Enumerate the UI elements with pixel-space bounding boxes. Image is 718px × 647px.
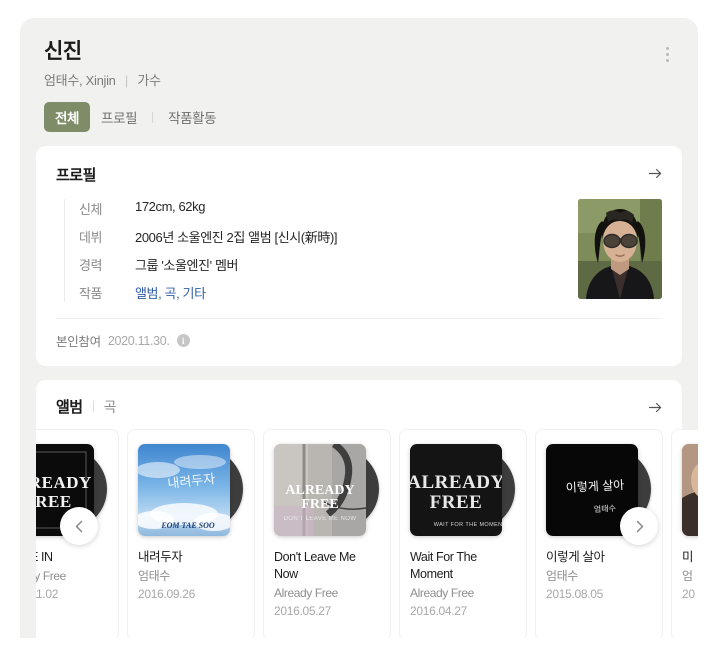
artist-tabs: 전체 프로필 작품활동 [44,102,674,133]
profile-title: 프로필 [56,167,96,185]
artist-header: 신진 엄태수, Xinjin | 가수 전체 프로필 작품활동 [20,18,698,133]
kebab-dot [665,58,669,62]
album-cover-art [682,444,698,537]
album-cover-art: 내려두자 EOM TAE SOO [138,444,230,537]
profile-row-body: 신체 172cm, 62kg [79,199,564,218]
svg-text:DON'T LEAVE ME NOW: DON'T LEAVE ME NOW [284,516,357,522]
artist-name: 신진 [44,40,82,63]
profile-key: 작품 [79,286,103,302]
svg-text:엄태수: 엄태수 [594,503,617,514]
album-cover-wrap: ALREADY FREE DON'T LEAVE ME NOW [274,440,380,540]
profile-body: 신체 172cm, 62kg 데뷔 2006년 소울엔진 2집 앨범 [신시(新… [56,199,662,303]
album-date: 2016.09.26 [138,587,196,602]
subtitle-separator: | [124,73,128,89]
profile-value: 172cm, 62kg [135,199,206,215]
album-artist: Already Free [410,585,474,600]
kebab-dot [665,46,669,50]
carousel-next-chevron-right-icon[interactable] [620,507,658,546]
album-tabs: 앨범 곡 [56,396,662,417]
artist-subtitle: 엄태수, Xinjin | 가수 [44,70,674,89]
album-cover-art: ALREADY FREE DON'T LEAVE ME NOW [274,444,366,537]
album-title: Don't Leave Me Now [274,550,356,581]
album-artist: Already Free [36,568,66,583]
svg-text:ALREADY: ALREADY [410,472,502,493]
svg-text:FREE: FREE [301,497,338,512]
album-date: 20 [682,587,695,602]
carousel-track: ALREADY FREE COME IN Already Free 2017.1… [36,429,698,638]
profile-value: 2006년 소울엔진 2집 앨범 [신시(新時)] [135,230,338,246]
tab-all[interactable]: 전체 [44,102,91,133]
profile-detail-table: 신체 172cm, 62kg 데뷔 2006년 소울엔진 2집 앨범 [신시(新… [64,199,564,303]
profile-title-row: 프로필 [56,164,662,185]
profile-row-career: 경력 그룹 '소울엔진' 멤버 [79,255,564,274]
svg-text:FREE: FREE [36,492,72,511]
svg-text:이렇게 살아: 이렇게 살아 [565,477,624,495]
album-title: 미 [682,550,694,565]
carousel-prev-chevron-left-icon[interactable] [60,507,98,546]
album-artist: 엄 [682,568,693,583]
album-more-arrow-right-icon[interactable] [642,394,668,420]
album-artist: 엄태수 [138,568,170,583]
album-cover-wrap [682,440,698,540]
album-tab-divider [92,401,94,413]
kebab-menu-icon[interactable] [656,40,678,68]
profile-works-links[interactable]: 앨범, 곡, 기타 [135,283,206,302]
album-artist: Already Free [274,585,338,600]
svg-text:ALREADY: ALREADY [36,473,92,492]
album-date: 2016.04.27 [410,604,468,619]
artist-card: 신진 엄태수, Xinjin | 가수 전체 프로필 작품활동 프로필 신체 1… [20,18,698,638]
album-title: COME IN [36,550,53,565]
svg-text:FREE: FREE [430,492,483,513]
kebab-dot [665,52,669,56]
list-item[interactable]: ALREADY FREE DON'T LEAVE ME NOW Don't Le… [263,429,391,638]
album-cover-wrap: ALREADY FREE WAIT FOR THE MOMENT [410,440,516,540]
tab-song[interactable]: 곡 [104,397,117,417]
profile-panel: 프로필 신체 172cm, 62kg 데뷔 2006년 소울엔진 2집 앨범 [… [36,146,682,367]
artist-alias: 엄태수, Xinjin [44,73,116,89]
self-participation-label: 본인참여 [56,335,101,350]
album-cover-art: ALREADY FREE WAIT FOR THE MOMENT [410,444,502,537]
info-icon[interactable]: i [176,334,190,348]
self-participation-date: 2020.11.30. [107,333,170,348]
profile-key: 신체 [79,202,103,218]
album-title: 내려두자 [138,550,183,565]
profile-key: 데뷔 [79,230,103,246]
carousel-viewport: ALREADY FREE COME IN Already Free 2017.1… [36,429,698,638]
artist-portrait-photo [578,199,662,300]
album-title: 이렇게 살아 [546,550,605,565]
list-item[interactable]: ALREADY FREE WAIT FOR THE MOMENT Wait Fo… [399,429,527,638]
album-date: 2016.05.27 [274,604,332,619]
album-title: Wait For The Moment [410,550,477,581]
profile-row-debut: 데뷔 2006년 소울엔진 2집 앨범 [신시(新時)] [79,227,564,246]
tab-divider [152,111,154,123]
profile-meta-row: 본인참여 2020.11.30. i [56,319,662,350]
artist-role: 가수 [137,73,161,89]
album-panel: 앨범 곡 EADY REE IN y Free 1.02 내려두자 EOM TA… [36,380,698,638]
album-cover-wrap: 내려두자 EOM TAE SOO [138,440,244,540]
svg-text:ALREADY: ALREADY [285,483,354,498]
list-item[interactable]: 내려두자 EOM TAE SOO 내려두자 엄태수 2016.09.26 [127,429,255,638]
album-date: 2015.08.05 [546,587,604,602]
tab-works[interactable]: 작품활동 [157,102,227,132]
profile-row-works: 작품 앨범, 곡, 기타 [79,283,564,302]
album-date: 2017.11.02 [36,587,59,602]
profile-value: 그룹 '소울엔진' 멤버 [135,258,239,274]
tab-profile[interactable]: 프로필 [90,102,148,132]
profile-key: 경력 [79,258,103,274]
tab-album[interactable]: 앨범 [56,396,83,417]
svg-text:WAIT FOR THE MOMENT: WAIT FOR THE MOMENT [434,522,502,528]
artist-profile-page: 신진 엄태수, Xinjin | 가수 전체 프로필 작품활동 프로필 신체 1… [0,0,718,647]
profile-more-arrow-right-icon[interactable] [642,160,668,186]
list-item[interactable]: 미 엄 20 [671,429,698,638]
album-artist: 엄태수 [546,568,578,583]
album-carousel: ALREADY FREE COME IN Already Free 2017.1… [36,429,698,638]
svg-text:EOM TAE SOO: EOM TAE SOO [160,521,215,530]
